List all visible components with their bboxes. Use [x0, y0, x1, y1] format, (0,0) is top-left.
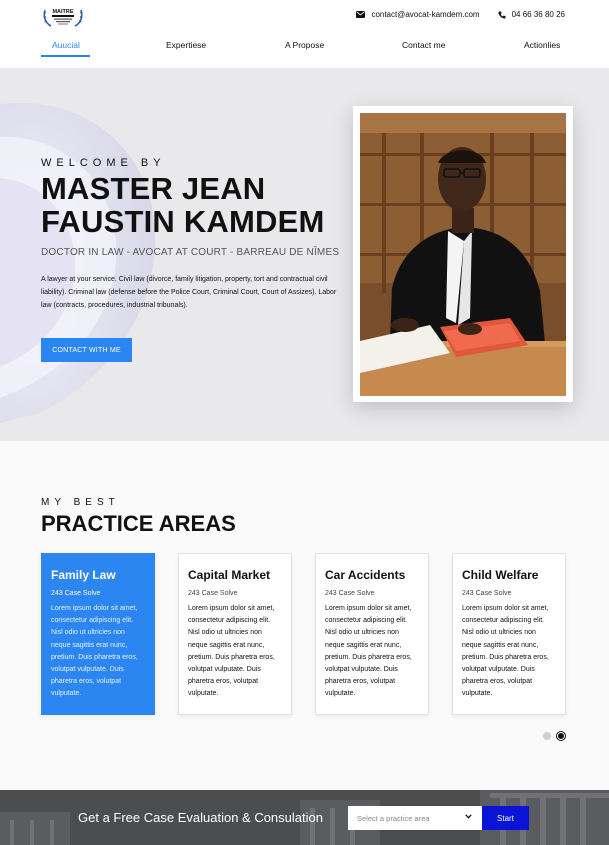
- practice-area-select[interactable]: Select a practice area: [348, 806, 482, 830]
- active-tab-indicator: [41, 55, 90, 57]
- nav-item-news[interactable]: Actionlies: [524, 40, 560, 50]
- hero-description: A lawyer at your service. Civil law (div…: [41, 276, 337, 309]
- card-title: Capital Market: [188, 568, 271, 582]
- card-case-count: 243 Case Solve: [325, 590, 375, 597]
- nav-item-home[interactable]: Auucial: [52, 40, 80, 50]
- svg-text:MAITRE: MAITRE: [52, 9, 73, 15]
- portrait-frame: [353, 106, 573, 402]
- main-nav: Auucial Expertiese A Propose Contact me …: [41, 40, 569, 57]
- practice-card-child-welfare[interactable]: Child Welfare 243 Case Solve Lorem ipsum…: [452, 553, 566, 715]
- lawyer-portrait-image: [360, 113, 566, 396]
- phone-text[interactable]: 04 66 36 80 26: [512, 10, 565, 19]
- hero-title-line2: FAUSTIN KAMDEM: [41, 204, 325, 239]
- card-description: Lorem ipsum dolor sit amet, consectetur …: [51, 605, 138, 698]
- contact-bar: contact@avocat-kamdem.com 04 66 36 80 26: [356, 10, 565, 19]
- chevron-down-icon: [465, 814, 472, 819]
- welcome-kicker: WELCOME BY: [41, 157, 166, 169]
- card-description: Lorem ipsum dolor sit amet, consectetur …: [325, 605, 412, 698]
- mail-icon: [356, 11, 366, 18]
- card-case-count: 243 Case Solve: [51, 590, 101, 597]
- carousel-dot-active[interactable]: [557, 732, 565, 740]
- phone-icon: [498, 11, 506, 19]
- logo-icon[interactable]: MAITRE: [41, 4, 85, 28]
- card-title: Car Accidents: [325, 568, 406, 582]
- carousel-dot[interactable]: [543, 732, 551, 740]
- phone-contact[interactable]: 04 66 36 80 26: [498, 10, 565, 19]
- card-title: Child Welfare: [462, 568, 539, 582]
- contact-with-me-button[interactable]: CONTACT WITH ME: [41, 338, 132, 362]
- practice-card-capital-market[interactable]: Capital Market 243 Case Solve Lorem ipsu…: [178, 553, 292, 715]
- practice-kicker: MY BEST: [41, 497, 120, 508]
- hero-subtitle: DOCTOR IN LAW - AVOCAT AT COURT - BARREA…: [41, 247, 340, 258]
- card-case-count: 243 Case Solve: [462, 590, 512, 597]
- hero-title-line1: MASTER JEAN: [41, 171, 266, 206]
- card-description: Lorem ipsum dolor sit amet, consectetur …: [188, 605, 275, 698]
- start-button[interactable]: Start: [482, 806, 529, 830]
- select-placeholder: Select a practice area: [357, 813, 430, 823]
- case-evaluation-band: Get a Free Case Evaluation & Consulation…: [0, 790, 609, 845]
- email-text[interactable]: contact@avocat-kamdem.com: [371, 10, 479, 19]
- hero-section: WELCOME BY MASTER JEAN FAUSTIN KAMDEM DO…: [0, 68, 609, 441]
- practice-card-family-law[interactable]: Family Law 243 Case Solve Lorem ipsum do…: [41, 553, 155, 715]
- site-header: MAITRE contact@avocat-kamdem.com 04 66 3…: [0, 0, 609, 68]
- practice-title: PRACTICE AREAS: [41, 511, 236, 536]
- hero-title: MASTER JEAN FAUSTIN KAMDEM: [41, 172, 325, 238]
- nav-item-contact[interactable]: Contact me: [402, 40, 445, 50]
- email-contact[interactable]: contact@avocat-kamdem.com: [356, 10, 480, 19]
- evaluation-title: Get a Free Case Evaluation & Consulation: [78, 810, 323, 825]
- card-case-count: 243 Case Solve: [188, 590, 238, 597]
- practice-card-car-accidents[interactable]: Car Accidents 243 Case Solve Lorem ipsum…: [315, 553, 429, 715]
- practice-areas-section: MY BEST PRACTICE AREAS Family Law 243 Ca…: [0, 441, 609, 790]
- card-title: Family Law: [51, 568, 116, 582]
- nav-item-about[interactable]: A Propose: [285, 40, 324, 50]
- nav-item-expertise[interactable]: Expertiese: [166, 40, 206, 50]
- card-description: Lorem ipsum dolor sit amet, consectetur …: [462, 605, 549, 698]
- carousel-pagination: [543, 732, 565, 740]
